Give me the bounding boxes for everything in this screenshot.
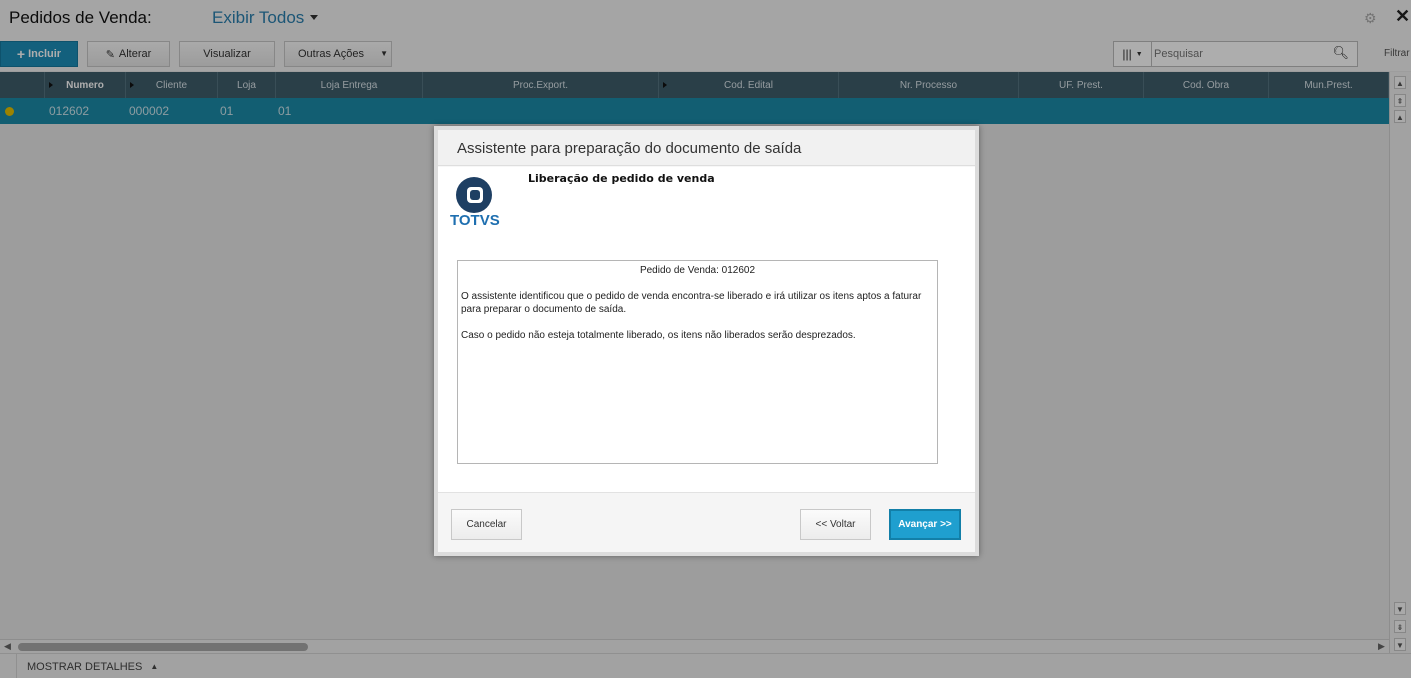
cancel-button[interactable]: Cancelar (451, 509, 522, 540)
dialog-header: Assistente para preparação do documento … (438, 130, 975, 166)
dialog-footer: Cancelar << Voltar Avançar >> (438, 492, 975, 552)
logo-text: TOTVS (450, 212, 500, 229)
order-line: Pedido de Venda: 012602 (639, 265, 756, 276)
totvs-logo: TOTVS (450, 177, 502, 229)
dialog-subtitle: Liberação de pedido de venda (528, 172, 715, 185)
message-paragraph-1: O assistente identificou que o pedido de… (461, 291, 922, 315)
dialog-body: TOTVS Liberação de pedido de venda Pedid… (438, 167, 975, 492)
message-box: Pedido de Venda: 012602 O assistente ide… (457, 260, 938, 464)
next-button[interactable]: Avançar >> (889, 509, 961, 540)
dialog-title: Assistente para preparação do documento … (457, 140, 802, 157)
back-button[interactable]: << Voltar (800, 509, 871, 540)
message-paragraph-2: Caso o pedido não esteja totalmente libe… (461, 330, 856, 341)
wizard-dialog: Assistente para preparação do documento … (434, 126, 979, 556)
